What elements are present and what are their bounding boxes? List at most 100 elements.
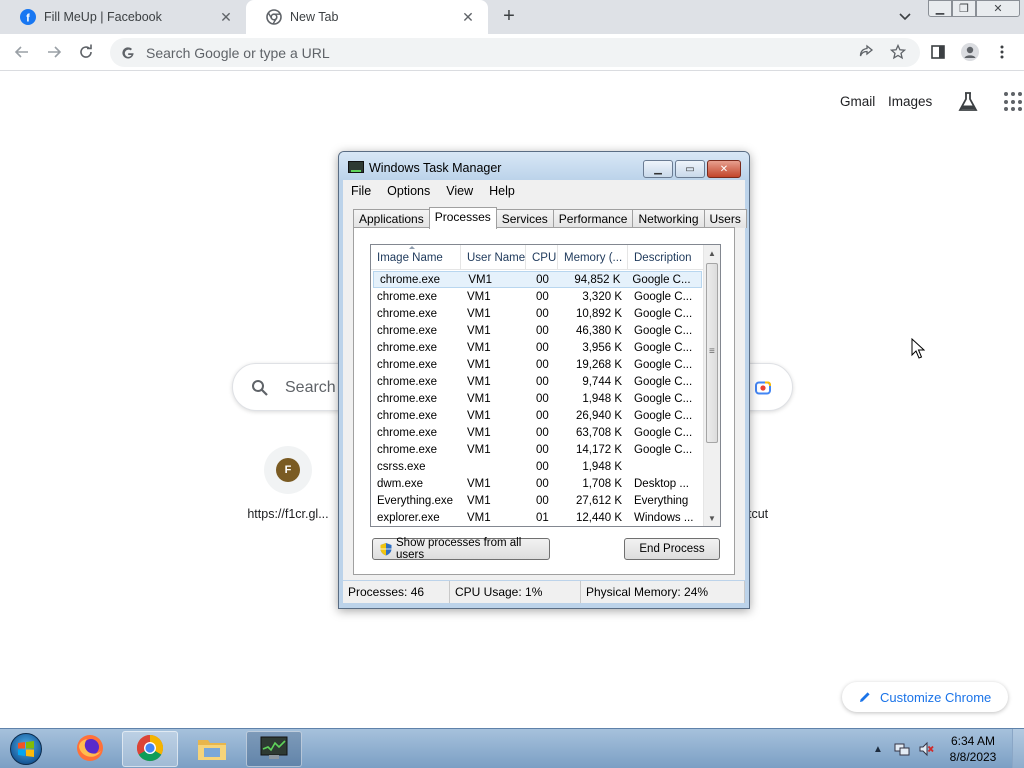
address-input[interactable]: [146, 44, 826, 61]
process-row[interactable]: chrome.exe VM1 00 10,892 K Google C...: [371, 305, 704, 322]
search-placeholder: Search: [285, 379, 336, 396]
process-row[interactable]: chrome.exe VM1 00 46,380 K Google C...: [371, 322, 704, 339]
taskbar-chrome[interactable]: [122, 731, 178, 767]
process-cell-description: Google C...: [634, 290, 693, 303]
process-row[interactable]: chrome.exe VM1 00 19,268 K Google C...: [371, 356, 704, 373]
profile-avatar-icon[interactable]: [960, 42, 980, 62]
maximize-window-button[interactable]: ❐: [952, 0, 976, 17]
back-arrow-icon[interactable]: [12, 42, 32, 62]
customize-chrome-button[interactable]: Customize Chrome: [842, 682, 1008, 712]
tab-networking[interactable]: Networking: [632, 209, 705, 228]
volume-muted-icon[interactable]: [917, 740, 935, 758]
tab-performance[interactable]: Performance: [552, 209, 634, 228]
process-cell-description: Google C...: [634, 375, 693, 388]
process-row[interactable]: csrss.exe 00 1,948 K: [371, 458, 704, 475]
tm-maximize-button[interactable]: ▭: [675, 160, 705, 178]
process-list[interactable]: Image Name User Name CPU Memory (... Des…: [370, 244, 721, 527]
process-cell-name: csrss.exe: [377, 460, 426, 473]
menu-options[interactable]: Options: [379, 184, 438, 198]
status-processes: Processes: 46: [343, 581, 450, 603]
minimize-window-button[interactable]: ▁: [928, 0, 952, 17]
process-cell-user: VM1: [467, 426, 491, 439]
add-shortcut-label[interactable]: tcut: [748, 507, 768, 521]
process-cell-description: Google C...: [634, 324, 693, 337]
taskbar-firefox[interactable]: [62, 731, 118, 767]
reload-icon[interactable]: [76, 42, 96, 62]
more-menu-icon[interactable]: [992, 42, 1012, 62]
task-manager-titlebar[interactable]: Windows Task Manager ▁ ▭ ✕: [339, 152, 749, 180]
scroll-down-arrow-icon[interactable]: ▼: [704, 510, 720, 526]
share-icon[interactable]: [856, 42, 876, 62]
scrollbar-thumb[interactable]: [706, 263, 718, 443]
process-row[interactable]: dwm.exe VM1 00 1,708 K Desktop ...: [371, 475, 704, 492]
google-lens-icon[interactable]: [754, 379, 772, 397]
side-panel-icon[interactable]: [928, 42, 948, 62]
process-list-scrollbar[interactable]: ▲ ▼: [703, 245, 720, 526]
process-row[interactable]: chrome.exe VM1 00 1,948 K Google C...: [371, 390, 704, 407]
tab-users[interactable]: Users: [703, 209, 747, 228]
address-bar[interactable]: [110, 38, 920, 67]
shortcut-tile[interactable]: F https://f1cr.gl...: [240, 446, 340, 526]
process-row[interactable]: Everything.exe VM1 00 27,612 K Everything: [371, 492, 704, 509]
scroll-up-arrow-icon[interactable]: ▲: [704, 245, 720, 261]
tab-search-chevron-icon[interactable]: [896, 8, 914, 26]
tm-minimize-button[interactable]: ▁: [643, 160, 673, 178]
tab-services[interactable]: Services: [495, 209, 554, 228]
process-cell-name: chrome.exe: [377, 307, 438, 320]
process-cell-description: Windows ...: [634, 511, 694, 524]
images-link[interactable]: Images: [888, 94, 932, 109]
tab-title: Fill MeUp | Facebook: [44, 10, 162, 24]
tab-applications[interactable]: Applications: [353, 209, 430, 228]
tab-processes[interactable]: Processes: [428, 207, 497, 229]
close-tab-icon[interactable]: ✕: [460, 9, 476, 25]
process-row[interactable]: chrome.exe VM1 00 3,320 K Google C...: [371, 288, 704, 305]
menu-view[interactable]: View: [438, 184, 481, 198]
process-row[interactable]: chrome.exe VM1 00 9,744 K Google C...: [371, 373, 704, 390]
show-all-processes-button[interactable]: Show processes from all users: [372, 537, 550, 561]
process-row[interactable]: chrome.exe VM1 00 63,708 K Google C...: [371, 424, 704, 441]
show-desktop-button[interactable]: [1012, 729, 1024, 768]
close-window-button[interactable]: ✕: [976, 0, 1020, 17]
process-row[interactable]: chrome.exe VM1 00 14,172 K Google C...: [371, 441, 704, 458]
forward-arrow-icon[interactable]: [44, 42, 64, 62]
process-row[interactable]: chrome.exe VM1 00 26,940 K Google C...: [371, 407, 704, 424]
shortcut-letter: F: [276, 458, 300, 482]
end-process-button[interactable]: End Process: [624, 538, 720, 560]
show-hidden-icons-arrow-icon[interactable]: ▲: [869, 740, 887, 758]
windows-taskbar: ▲ 6:34 AM 8/8/2023: [0, 728, 1024, 768]
menu-help[interactable]: Help: [481, 184, 523, 198]
clock-date: 8/8/2023: [949, 750, 997, 764]
column-description[interactable]: Description: [628, 245, 704, 269]
labs-flask-icon[interactable]: [956, 90, 980, 114]
tm-close-button[interactable]: ✕: [707, 160, 741, 178]
process-cell-name: dwm.exe: [377, 477, 424, 490]
process-row[interactable]: explorer.exe VM1 01 12,440 K Windows ...: [371, 509, 704, 526]
google-g-icon: [120, 45, 136, 61]
gmail-link[interactable]: Gmail: [840, 94, 875, 109]
column-image-name[interactable]: Image Name: [371, 245, 461, 269]
close-tab-icon[interactable]: ✕: [218, 9, 234, 25]
start-button[interactable]: [6, 731, 46, 767]
bookmark-star-icon[interactable]: [888, 42, 908, 62]
network-icon[interactable]: [893, 740, 911, 758]
process-cell-user: VM1: [468, 273, 492, 286]
process-cell-memory: 19,268 K: [575, 358, 622, 371]
process-cell-description: Desktop ...: [634, 477, 689, 490]
process-row[interactable]: chrome.exe VM1 00 3,956 K Google C...: [371, 339, 704, 356]
column-memory[interactable]: Memory (...: [558, 245, 628, 269]
process-cell-cpu: 00: [536, 426, 549, 439]
tab-facebook[interactable]: f Fill MeUp | Facebook ✕: [0, 0, 246, 34]
taskbar-task-manager[interactable]: [246, 731, 302, 767]
taskbar-clock[interactable]: 6:34 AM 8/8/2023: [940, 733, 1006, 765]
column-cpu[interactable]: CPU: [526, 245, 558, 269]
google-apps-icon[interactable]: [1004, 92, 1024, 112]
tab-new-tab[interactable]: New Tab ✕: [246, 0, 488, 34]
menu-file[interactable]: File: [343, 184, 379, 198]
taskbar-file-explorer[interactable]: [184, 731, 240, 767]
process-cell-user: VM1: [467, 324, 491, 337]
process-cell-memory: 14,172 K: [575, 443, 622, 456]
process-row[interactable]: chrome.exe VM1 00 94,852 K Google C...: [373, 271, 702, 288]
new-tab-button[interactable]: +: [498, 5, 520, 27]
process-cell-cpu: 01: [536, 511, 549, 524]
column-user-name[interactable]: User Name: [461, 245, 526, 269]
